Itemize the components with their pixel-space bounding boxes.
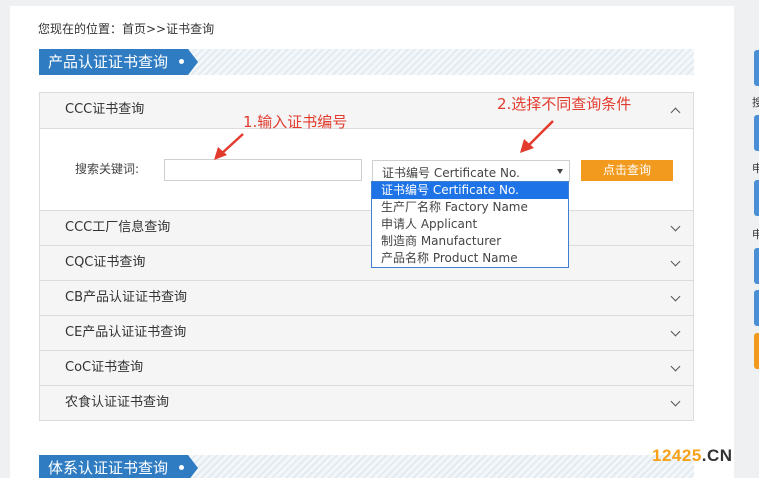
chevron-down-icon bbox=[670, 256, 681, 267]
chevron-down-icon bbox=[670, 291, 681, 302]
sidebar-text-fragment: 申 bbox=[752, 162, 759, 175]
sidebar-tile bbox=[754, 115, 759, 151]
keyword-input[interactable] bbox=[164, 159, 362, 181]
sidebar-tile bbox=[754, 248, 759, 284]
chevron-down-icon bbox=[670, 221, 681, 232]
accordion-item-label: CCC工厂信息查询 bbox=[65, 220, 171, 235]
site-watermark: 12425.CN bbox=[652, 446, 733, 466]
accordion-item-factory[interactable]: CCC工厂信息查询 bbox=[40, 210, 693, 245]
accordion-item-cb[interactable]: CB产品认证证书查询 bbox=[40, 280, 693, 315]
dropdown-option[interactable]: 制造商 Manufacturer bbox=[372, 233, 568, 250]
caret-down-icon bbox=[557, 169, 563, 174]
accordion-item-label: 农食认证证书查询 bbox=[65, 395, 170, 410]
dropdown-option[interactable]: 产品名称 Product Name bbox=[372, 250, 568, 267]
annotation-step1: 1.输入证书编号 bbox=[243, 113, 348, 131]
chevron-up-icon bbox=[670, 107, 681, 118]
accordion-item-coc[interactable]: CoC证书查询 bbox=[40, 350, 693, 385]
sidebar-text-fragment: 申 bbox=[752, 228, 759, 241]
ccc-search-panel: 搜索关键词: 证书编号 Certificate No. 点击查询 bbox=[40, 128, 693, 210]
accordion-item-ce[interactable]: CE产品认证证书查询 bbox=[40, 315, 693, 350]
certificate-accordion: CCC证书查询 搜索关键词: 证书编号 Certificate No. 点击查询… bbox=[39, 92, 694, 421]
dropdown-option[interactable]: 证书编号 Certificate No. bbox=[372, 182, 568, 199]
sidebar-tile bbox=[754, 180, 759, 216]
watermark-number: 12425 bbox=[652, 446, 702, 465]
accordion-item-cqc[interactable]: CQC证书查询 bbox=[40, 245, 693, 280]
dropdown-option[interactable]: 申请人 Applicant bbox=[372, 216, 568, 233]
chevron-down-icon bbox=[670, 361, 681, 372]
accordion-item-label: CCC证书查询 bbox=[65, 102, 145, 117]
sidebar-tile bbox=[754, 50, 759, 86]
section-title-system: 体系认证证书查询 bbox=[39, 455, 198, 478]
search-button[interactable]: 点击查询 bbox=[581, 160, 673, 181]
chevron-down-icon bbox=[670, 396, 681, 407]
sidebar-text-fragment: 搜 bbox=[752, 96, 759, 109]
annotation-step2: 2.选择不同查询条件 bbox=[497, 95, 632, 113]
select-value: 证书编号 Certificate No. bbox=[382, 166, 520, 180]
arrow-icon bbox=[214, 133, 244, 160]
section-title-product: 产品认证证书查询 bbox=[39, 49, 198, 75]
accordion-item-label: CB产品认证证书查询 bbox=[65, 290, 187, 305]
accordion-item-label: CE产品认证证书查询 bbox=[65, 325, 187, 340]
watermark-domain: .CN bbox=[701, 446, 733, 465]
chevron-down-icon bbox=[670, 326, 681, 337]
dropdown-option[interactable]: 生产厂名称 Factory Name bbox=[372, 199, 568, 216]
query-type-select[interactable]: 证书编号 Certificate No. bbox=[372, 160, 570, 182]
accordion-item-agri[interactable]: 农食认证证书查询 bbox=[40, 385, 693, 420]
sidebar-tile bbox=[754, 290, 759, 326]
section-header-system: 体系认证证书查询 bbox=[39, 455, 694, 478]
accordion-item-label: CQC证书查询 bbox=[65, 255, 146, 270]
arrow-icon bbox=[520, 120, 554, 153]
keyword-label: 搜索关键词: bbox=[75, 162, 140, 176]
query-type-dropdown: 证书编号 Certificate No. 生产厂名称 Factory Name … bbox=[371, 181, 569, 268]
breadcrumb: 您现在的位置：首页>>证书查询 bbox=[38, 22, 215, 36]
section-header-product: 产品认证证书查询 bbox=[39, 49, 694, 75]
sidebar-tile bbox=[754, 333, 759, 369]
accordion-item-label: CoC证书查询 bbox=[65, 360, 144, 375]
